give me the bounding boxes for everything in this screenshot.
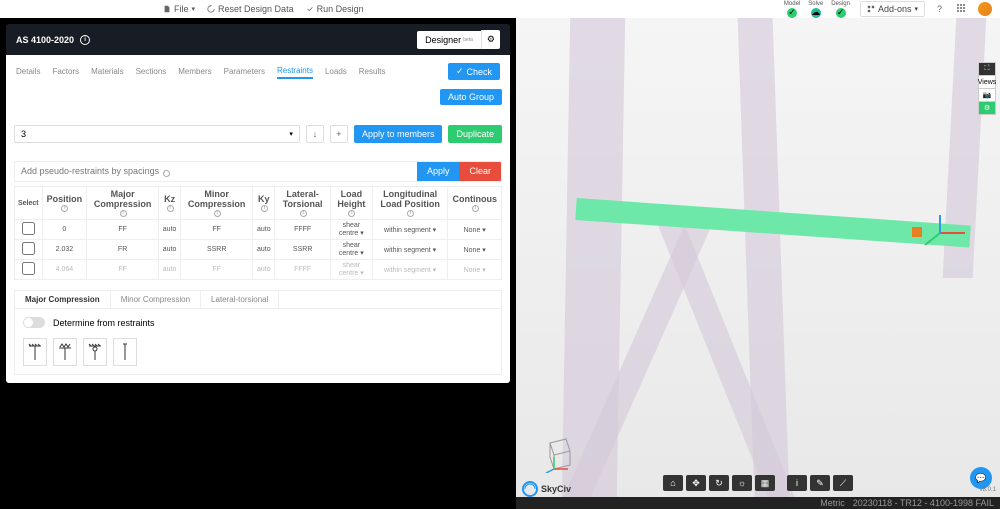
tab-results[interactable]: Results <box>359 65 386 78</box>
designer-button[interactable]: Designerbeta <box>417 31 481 49</box>
apps-icon[interactable] <box>954 1 968 17</box>
vp-views-button[interactable]: Views <box>978 75 996 89</box>
member-select[interactable]: 3▾ <box>14 125 300 143</box>
col-major: Major Compression i <box>87 187 159 220</box>
restraint-icon-1[interactable] <box>23 338 47 366</box>
col-ky: Ky i <box>253 187 275 220</box>
topbar: File▾ Reset Design Data Run Design Model… <box>0 0 1000 18</box>
info-icon[interactable]: i <box>80 35 90 45</box>
addons-button[interactable]: Add-ons▾ <box>860 1 925 17</box>
vp-settings-button[interactable]: ⚙ <box>978 101 996 115</box>
row-checkbox[interactable] <box>22 262 35 275</box>
restraint-icon-2[interactable] <box>53 338 77 366</box>
col-kz: Kz i <box>159 187 181 220</box>
check-button[interactable]: ✓ Check <box>448 63 500 80</box>
row-checkbox[interactable] <box>22 222 35 235</box>
status-version: v8.0.1 <box>980 487 996 493</box>
subtab-lt[interactable]: Lateral-torsional <box>201 291 279 308</box>
design-panel: AS 4100-2020 i Designerbeta ⚙ Details Fa… <box>0 18 516 509</box>
tab-factors[interactable]: Factors <box>52 65 79 78</box>
info-icon[interactable]: i <box>163 170 170 177</box>
table-row[interactable]: 0FFautoFFautoFFFF shear centre ▾within s… <box>15 220 502 240</box>
table-row[interactable]: 2.032FRautoSSRRautoSSRR shear centre ▾wi… <box>15 240 502 260</box>
status-indicators: Model✓ Solve☁ Design✓ <box>784 1 850 18</box>
main-tabs: Details Factors Materials Sections Membe… <box>14 63 502 85</box>
duplicate-button[interactable]: Duplicate <box>448 125 502 143</box>
restraint-icon-4[interactable] <box>113 338 137 366</box>
tab-restraints[interactable]: Restraints <box>277 64 313 79</box>
determine-toggle[interactable] <box>23 317 45 328</box>
reset-design-button[interactable]: Reset Design Data <box>207 4 294 14</box>
tab-members[interactable]: Members <box>178 65 211 78</box>
tab-materials[interactable]: Materials <box>91 65 123 78</box>
col-loadheight: Load Height i <box>330 187 372 220</box>
tab-parameters[interactable]: Parameters <box>224 65 265 78</box>
3d-viewport[interactable]: ⛶ Views 📷 ⚙ SkyCiv ⌂ ✥ ↻ ☼ ▦ <box>516 18 1000 509</box>
vp-expand-button[interactable]: ⛶ <box>978 62 996 76</box>
chat-button[interactable]: 💬 <box>970 467 992 489</box>
pseudo-restraint-input[interactable]: Add pseudo-restraints by spacings i <box>15 162 417 181</box>
col-longpos: Longitudinal Load Position i <box>372 187 448 220</box>
vp-home-button[interactable]: ⌂ <box>663 475 683 491</box>
vp-measure-button[interactable]: ⟋ <box>833 475 853 491</box>
model-status-icon[interactable]: ✓ <box>787 8 797 18</box>
restraints-table: Select Position i Major Compression i Kz… <box>14 186 502 280</box>
pseudo-apply-button[interactable]: Apply <box>417 162 460 181</box>
apply-members-button[interactable]: Apply to members <box>354 125 443 143</box>
subtab-minor[interactable]: Minor Compression <box>111 291 201 308</box>
vp-edit-button[interactable]: ✎ <box>810 475 830 491</box>
determine-label: Determine from restraints <box>53 318 155 328</box>
vp-snap-button[interactable]: ▦ <box>755 475 775 491</box>
vp-move-button[interactable]: ✥ <box>686 475 706 491</box>
status-code: 20230118 - TR12 - 4100-1998 FAIL <box>853 498 994 508</box>
vp-light-button[interactable]: ☼ <box>732 475 752 491</box>
col-select: Select <box>15 187 43 220</box>
autogroup-button[interactable]: Auto Group <box>440 89 502 105</box>
file-menu[interactable]: File▾ <box>163 4 195 14</box>
help-icon[interactable]: ? <box>935 2 944 16</box>
solve-status-icon[interactable]: ☁ <box>811 8 821 18</box>
download-button[interactable]: ↓ <box>306 125 324 143</box>
vp-info-button[interactable]: i <box>787 475 807 491</box>
col-cont: Continous i <box>448 187 502 220</box>
tab-loads[interactable]: Loads <box>325 65 347 78</box>
designer-settings-icon[interactable]: ⚙ <box>481 30 500 49</box>
col-lt: Lateral-Torsional i <box>275 187 330 220</box>
page-title: AS 4100-2020 i <box>16 35 90 45</box>
axes-gizmo[interactable] <box>540 433 580 473</box>
subtab-major[interactable]: Major Compression <box>15 291 111 308</box>
statusbar: Metric 20230118 - TR12 - 4100-1998 FAIL … <box>516 497 1000 509</box>
run-design-button[interactable]: Run Design <box>306 4 364 14</box>
restraint-icon-3[interactable] <box>83 338 107 366</box>
status-metric[interactable]: Metric <box>820 498 845 508</box>
avatar[interactable] <box>978 2 992 16</box>
vp-rotate-button[interactable]: ↻ <box>709 475 729 491</box>
col-minor: Minor Compression i <box>181 187 253 220</box>
col-position: Position i <box>42 187 87 220</box>
table-row[interactable]: 4.064FFautoFFautoFFFF shear centre ▾with… <box>15 260 502 280</box>
row-checkbox[interactable] <box>22 242 35 255</box>
add-button[interactable]: + <box>330 125 348 143</box>
design-status-icon[interactable]: ✓ <box>836 8 846 18</box>
pseudo-clear-button[interactable]: Clear <box>459 162 501 181</box>
tab-sections[interactable]: Sections <box>136 65 167 78</box>
tab-details[interactable]: Details <box>16 65 40 78</box>
vp-camera-button[interactable]: 📷 <box>978 88 996 102</box>
skyciv-logo: SkyCiv <box>522 481 571 497</box>
